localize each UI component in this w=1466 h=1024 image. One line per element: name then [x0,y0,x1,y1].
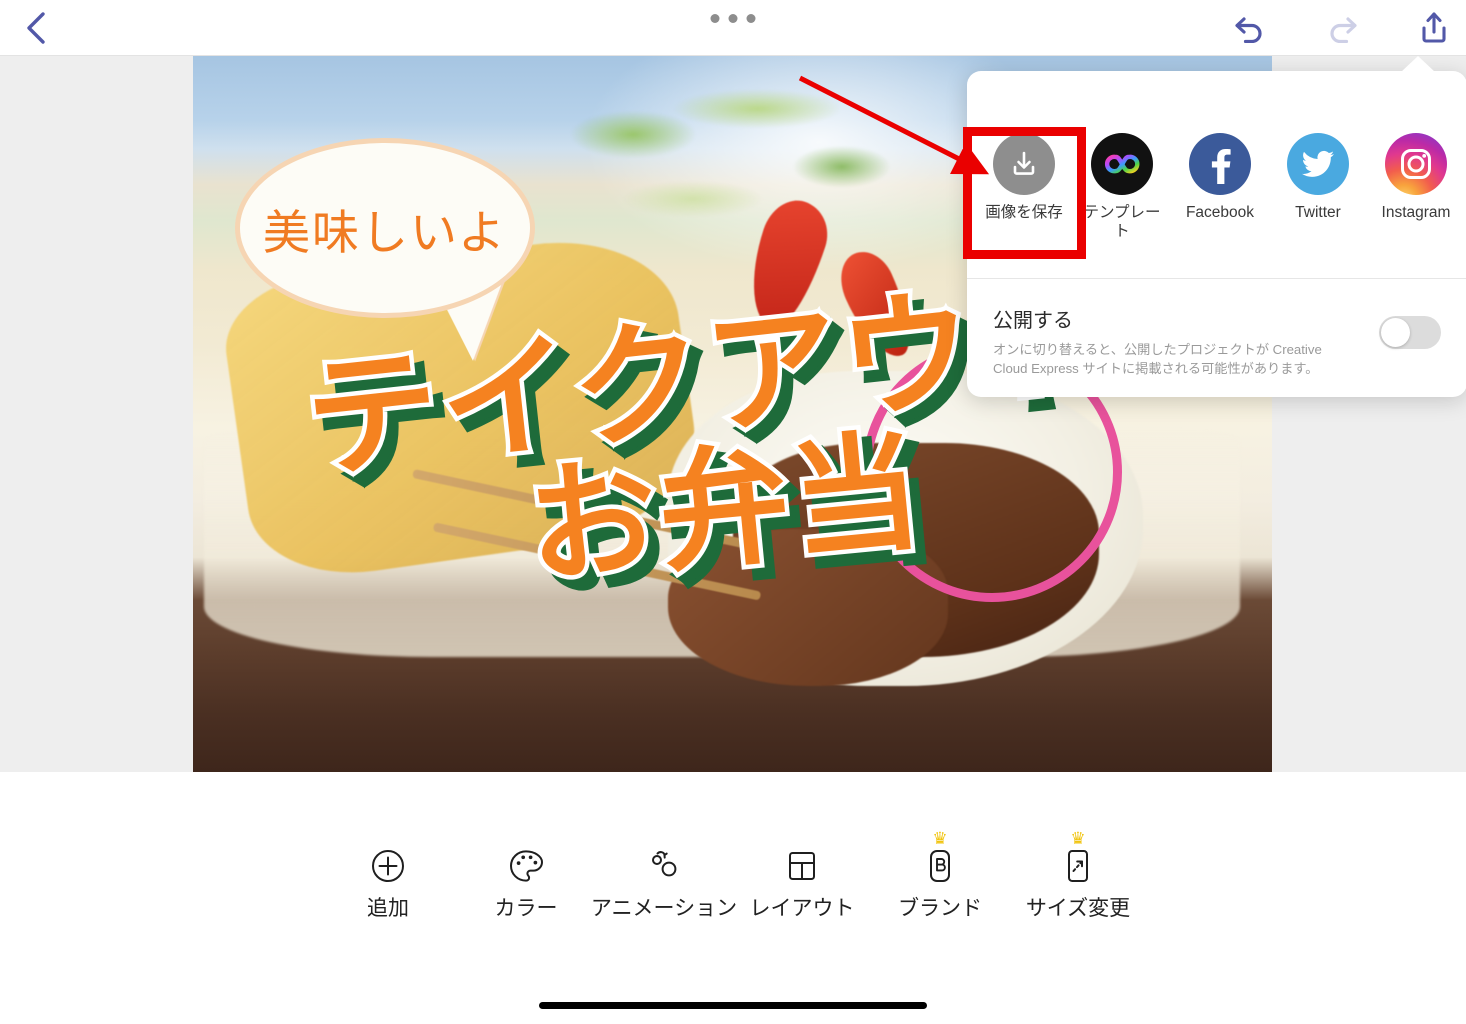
tool-brand[interactable]: ♛ ブランド [871,830,1009,922]
tool-layout[interactable]: レイアウト [733,846,871,922]
share-destinations-row: 画像を保存 テンプレート Facebook Twitter Instagram [967,71,1466,278]
share-option-save-image[interactable]: 画像を保存 [975,133,1073,223]
tool-label: サイズ変更 [1025,897,1131,920]
resize-icon [1061,846,1095,886]
more-options-button[interactable] [703,8,764,29]
twitter-icon [1287,133,1349,195]
palette-icon [507,846,545,886]
redo-icon [1330,17,1357,43]
share-button[interactable] [1412,6,1456,50]
tool-label: レイアウト [749,897,855,920]
undo-button[interactable] [1228,6,1272,50]
publish-section: 公開する オンに切り替えると、公開したプロジェクトが Creative Clou… [967,279,1466,397]
facebook-icon [1189,133,1251,195]
publish-toggle[interactable] [1379,316,1441,349]
brand-icon [923,846,957,886]
share-upload-icon [1422,12,1446,43]
instagram-icon [1385,133,1447,195]
back-button[interactable] [8,0,64,56]
share-option-label: Twitter [1295,204,1341,221]
dot-icon [710,14,720,23]
publish-title: 公開する [993,310,1073,332]
title-fill-line2: お弁当 [516,410,934,608]
share-option-label: Facebook [1185,204,1255,221]
tool-label: ブランド [898,897,982,920]
premium-crown-icon: ♛ [1070,829,1086,848]
home-indicator [539,1002,927,1009]
title-text-line2[interactable]: お弁当 お弁当 [516,385,945,619]
tool-label: アニメーション [590,897,738,920]
dot-icon [728,14,738,23]
undo-icon [1235,17,1262,43]
share-option-facebook[interactable]: Facebook [1171,133,1269,223]
share-option-label: 画像を保存 [985,204,1063,221]
bottom-toolbar: 追加 カラー アニメーション レイアウト ♛ ブランド ♛ サイズ変更 [0,772,1466,1024]
publish-description: オンに切り替えると、公開したプロジェクトが Creative Cloud Exp… [993,342,1322,376]
tool-color[interactable]: カラー [457,846,595,922]
premium-crown-icon: ♛ [932,829,948,848]
share-option-label: テンプレート [1083,204,1161,240]
plus-circle-icon [369,846,407,886]
speech-bubble-text: 美味しいよ [262,207,508,260]
tool-list: 追加 カラー アニメーション レイアウト ♛ ブランド ♛ サイズ変更 [319,830,1147,922]
tool-add[interactable]: 追加 [319,846,457,922]
share-option-instagram[interactable]: Instagram [1367,133,1465,223]
dot-icon [746,14,756,23]
tool-label: 追加 [367,897,409,920]
animation-icon [644,846,684,886]
cc-express-template-icon [1091,133,1153,195]
panel-pointer-icon [1401,56,1435,72]
publish-text-block: 公開する オンに切り替えると、公開したプロジェクトが Creative Clou… [993,304,1343,378]
chevron-left-icon [27,12,45,44]
tool-resize[interactable]: ♛ サイズ変更 [1009,830,1147,922]
share-option-template[interactable]: テンプレート [1073,133,1171,242]
app-root: 美味しいよ テイクアウト テイクアウト お弁当 お弁当 画像を保存 テンプレート… [0,0,1466,1024]
tool-label: カラー [494,897,558,920]
save-image-icon [993,133,1055,195]
share-option-label: Instagram [1381,204,1451,221]
top-bar [0,0,1466,56]
layout-icon [783,846,821,886]
redo-button[interactable] [1320,6,1364,50]
share-option-twitter[interactable]: Twitter [1269,133,1367,223]
top-bar-actions [1228,0,1456,56]
toggle-knob [1381,318,1410,347]
share-panel: 画像を保存 テンプレート Facebook Twitter Instagram … [967,56,1466,397]
tool-animation[interactable]: アニメーション [591,846,737,922]
speech-bubble[interactable]: 美味しいよ [235,138,535,318]
